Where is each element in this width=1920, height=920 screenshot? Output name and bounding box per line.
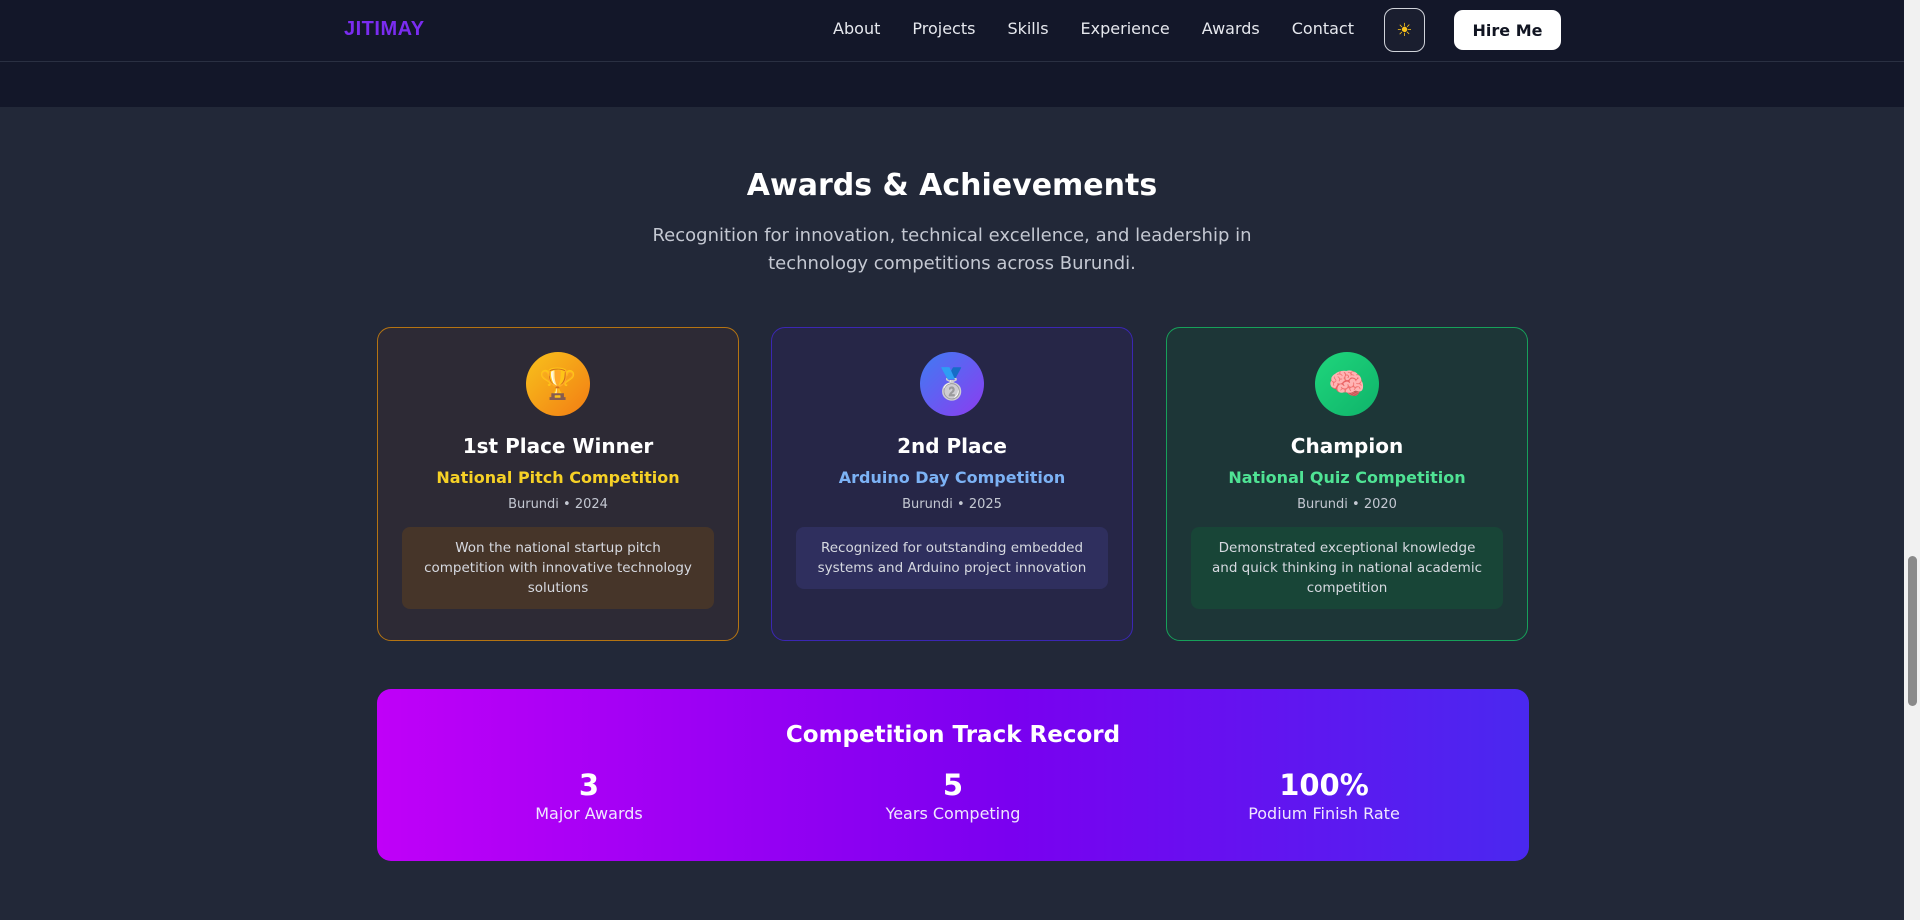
- brain-icon: 🧠: [1315, 352, 1379, 416]
- award-meta: Burundi • 2024: [508, 497, 608, 512]
- theme-toggle-button[interactable]: ☀: [1384, 8, 1425, 52]
- navbar: JITIMAY About Projects Skills Experience…: [0, 0, 1904, 62]
- track-record-title: Competition Track Record: [785, 722, 1121, 748]
- award-competition: National Pitch Competition: [436, 468, 680, 487]
- nav-link-skills[interactable]: Skills: [1007, 19, 1048, 38]
- award-description: Demonstrated exceptional knowledge and q…: [1191, 527, 1503, 609]
- nav-link-experience[interactable]: Experience: [1081, 19, 1170, 38]
- hire-me-button[interactable]: Hire Me: [1454, 10, 1561, 50]
- stat-years-competing: 5 Years Competing: [823, 768, 1083, 823]
- scrollbar-track[interactable]: [1904, 0, 1920, 920]
- stat-label: Major Awards: [535, 804, 643, 823]
- award-card-quiz: 🧠 Champion National Quiz Competition Bur…: [1166, 327, 1528, 641]
- nav-links: About Projects Skills Experience Awards …: [833, 19, 1354, 38]
- stat-value: 3: [578, 768, 600, 802]
- award-card-arduino: 🥈 2nd Place Arduino Day Competition Buru…: [771, 327, 1133, 641]
- nav-link-contact[interactable]: Contact: [1292, 19, 1354, 38]
- stat-label: Years Competing: [885, 804, 1021, 823]
- section-title: Awards & Achievements: [746, 168, 1158, 203]
- site-logo[interactable]: JITIMAY: [344, 18, 425, 41]
- stat-major-awards: 3 Major Awards: [459, 768, 719, 823]
- award-meta: Burundi • 2025: [902, 497, 1002, 512]
- scrollbar-thumb[interactable]: [1908, 556, 1917, 706]
- award-title: Champion: [1290, 434, 1404, 458]
- award-title: 1st Place Winner: [462, 434, 654, 458]
- nav-link-about[interactable]: About: [833, 19, 880, 38]
- award-competition: National Quiz Competition: [1228, 468, 1466, 487]
- stat-value: 5: [942, 768, 964, 802]
- award-description: Won the national startup pitch competiti…: [402, 527, 714, 609]
- award-card-pitch: 🏆 1st Place Winner National Pitch Compet…: [377, 327, 739, 641]
- stat-value: 100%: [1279, 768, 1369, 802]
- award-competition: Arduino Day Competition: [838, 468, 1066, 487]
- nav-link-awards[interactable]: Awards: [1202, 19, 1260, 38]
- section-subtitle: Recognition for innovation, technical ex…: [652, 225, 1252, 274]
- competition-track-record: Competition Track Record 3 Major Awards …: [377, 689, 1529, 861]
- nav-link-projects[interactable]: Projects: [912, 19, 975, 38]
- stat-label: Podium Finish Rate: [1248, 804, 1400, 823]
- award-description: Recognized for outstanding embedded syst…: [796, 527, 1108, 589]
- stat-podium-rate: 100% Podium Finish Rate: [1194, 768, 1454, 823]
- medal-icon: 🥈: [920, 352, 984, 416]
- trophy-icon: 🏆: [526, 352, 590, 416]
- award-meta: Burundi • 2020: [1297, 497, 1397, 512]
- award-title: 2nd Place: [897, 434, 1007, 458]
- sun-icon: ☀: [1396, 19, 1413, 40]
